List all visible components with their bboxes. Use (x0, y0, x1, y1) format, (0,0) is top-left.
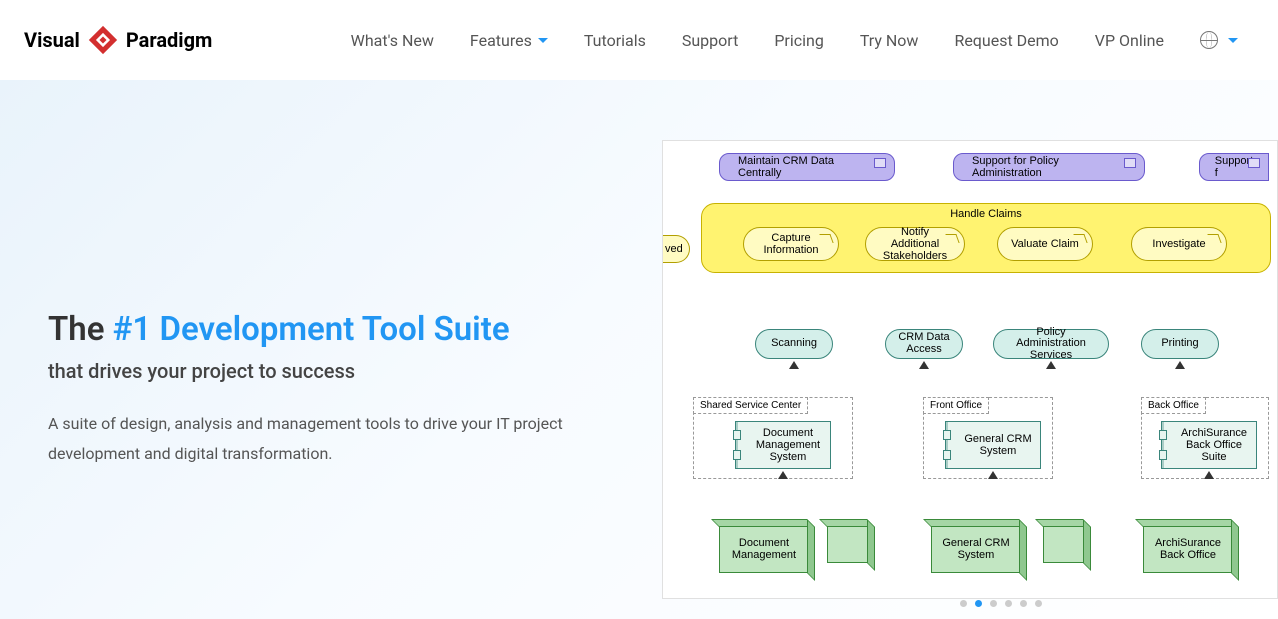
node-box-small (1043, 525, 1085, 563)
carousel-dot[interactable] (960, 600, 967, 607)
nav-request-demo[interactable]: Request Demo (954, 31, 1058, 50)
app-box: ArchiSurance Back Office Suite (1161, 421, 1257, 469)
process-box: Valuate Claim (997, 227, 1093, 261)
carousel-dot[interactable] (1005, 600, 1012, 607)
globe-icon (1200, 31, 1218, 49)
nav-features[interactable]: Features (470, 31, 548, 50)
nav-label: Tutorials (584, 31, 646, 50)
node-box-small (827, 525, 869, 563)
hero-title-accent: #1 Development Tool Suite (113, 310, 510, 349)
mission-box: Support for Policy Administration (953, 153, 1145, 181)
triangle-icon (1046, 361, 1056, 369)
nav-items: What's New Features Tutorials Support Pr… (351, 31, 1238, 50)
process-box: Capture Information (743, 227, 839, 261)
carousel-dot[interactable] (1020, 600, 1027, 607)
app-box: Document Management System (735, 421, 831, 469)
chevron-down-icon (1228, 38, 1238, 43)
hero-title-prefix: The (48, 310, 113, 349)
nav-try-now[interactable]: Try Now (860, 31, 919, 50)
carousel-dot[interactable] (990, 600, 997, 607)
process-box: Notify Additional Stakeholders (865, 227, 965, 261)
nav-pricing[interactable]: Pricing (774, 31, 824, 50)
node-box: ArchiSurance Back Office (1143, 525, 1233, 573)
top-nav: Visual Paradigm What's New Features Tuto… (0, 0, 1278, 80)
carousel-dots (960, 600, 1042, 607)
node-box: Document Management (719, 525, 809, 573)
hero-section: The #1 Development Tool Suite that drive… (0, 80, 1278, 619)
brand-text-right: Paradigm (126, 28, 213, 52)
hero-subtitle: that drives your project to success (48, 359, 639, 383)
hero-title: The #1 Development Tool Suite (48, 310, 639, 349)
carousel-dot[interactable] (1035, 600, 1042, 607)
language-switcher[interactable] (1200, 31, 1238, 49)
nav-label: Support (682, 31, 738, 50)
nav-label: VP Online (1095, 31, 1164, 50)
process-box: Investigate (1131, 227, 1227, 261)
node-box: General CRM System (931, 525, 1021, 573)
mission-box: Maintain CRM Data Centrally (719, 153, 895, 181)
nav-tutorials[interactable]: Tutorials (584, 31, 646, 50)
app-group-label: Back Office (1141, 397, 1206, 414)
mission-box: Support f (1199, 153, 1269, 181)
nav-label: Pricing (774, 31, 824, 50)
triangle-icon (778, 471, 788, 479)
service-box: CRM Data Access (885, 329, 963, 359)
nav-whats-new[interactable]: What's New (351, 31, 434, 50)
nav-vp-online[interactable]: VP Online (1095, 31, 1164, 50)
nav-label: Try Now (860, 31, 919, 50)
service-box: Policy Administration Services (993, 329, 1109, 359)
carousel-dot[interactable] (975, 600, 982, 607)
brand-diamond-icon (86, 23, 120, 57)
nav-label: What's New (351, 31, 434, 50)
triangle-icon (789, 361, 799, 369)
hero-description: A suite of design, analysis and manageme… (48, 409, 608, 470)
app-group-label: Shared Service Center (693, 397, 808, 414)
chevron-down-icon (538, 38, 548, 43)
hero-diagram: Maintain CRM Data Centrally Support for … (662, 140, 1278, 599)
brand-text-left: Visual (24, 28, 80, 52)
nav-label: Features (470, 31, 532, 50)
triangle-icon (988, 471, 998, 479)
nav-label: Request Demo (954, 31, 1058, 50)
triangle-icon (1175, 361, 1185, 369)
app-box: General CRM System (945, 421, 1041, 469)
app-group-label: Front Office (923, 397, 989, 414)
service-box: Scanning (755, 329, 833, 359)
triangle-icon (919, 361, 929, 369)
hero-copy: The #1 Development Tool Suite that drive… (0, 80, 639, 619)
service-box: Printing (1141, 329, 1219, 359)
process-group-title: Handle Claims (950, 208, 1022, 220)
triangle-icon (1204, 471, 1214, 479)
process-box: ved (663, 235, 690, 263)
nav-support[interactable]: Support (682, 31, 738, 50)
brand-logo[interactable]: Visual Paradigm (24, 23, 212, 57)
